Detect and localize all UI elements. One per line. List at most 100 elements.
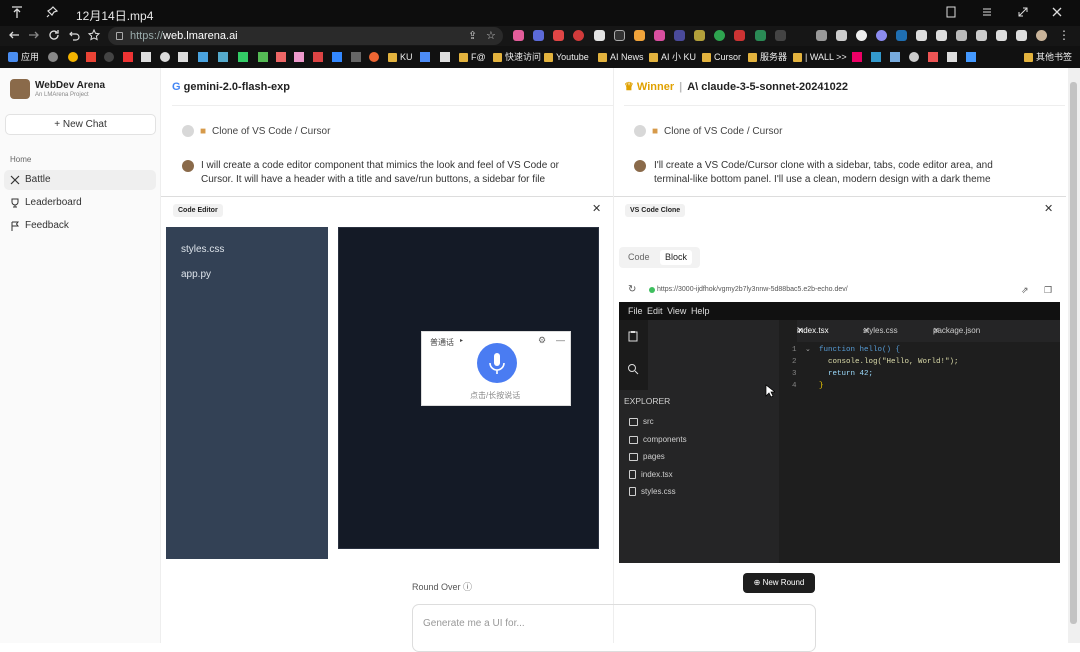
fold-chevron-icon[interactable]: ⌄: [805, 345, 811, 354]
extension-icon[interactable]: [936, 30, 947, 41]
extension-icon[interactable]: [734, 30, 745, 41]
profile-avatar[interactable]: [1036, 30, 1047, 41]
bookmark-apps[interactable]: 应用: [8, 51, 39, 63]
bookmark-folder[interactable]: Cursor: [702, 51, 741, 63]
preview-url[interactable]: https://3000-ijdfhok/vgmy2b7ly3nnw-5d88b…: [657, 281, 848, 299]
close-icon[interactable]: ✕: [592, 202, 601, 215]
pin-top-icon[interactable]: [10, 5, 26, 21]
extension-icon[interactable]: [916, 30, 927, 41]
file-item[interactable]: app.py: [181, 269, 211, 280]
tree-item-folder[interactable]: pages: [629, 452, 665, 461]
extension-icon[interactable]: [674, 30, 685, 41]
pin-icon[interactable]: [45, 5, 61, 21]
tree-item-file[interactable]: index.tsx: [629, 470, 673, 479]
extension-icon[interactable]: [856, 30, 867, 41]
gmail-icon[interactable]: [86, 52, 96, 62]
close-tab-icon[interactable]: ✕: [924, 320, 949, 342]
close-tab-icon[interactable]: ✕: [788, 320, 813, 342]
sidebar-item-battle[interactable]: Battle: [4, 170, 156, 190]
star-icon[interactable]: [87, 28, 103, 44]
site-icon[interactable]: [909, 52, 919, 62]
chrome-icon[interactable]: [68, 52, 78, 62]
reload-icon[interactable]: [47, 28, 63, 44]
editor-tab[interactable]: package.json ✕: [915, 320, 980, 342]
external-link-icon[interactable]: ⇗: [1021, 281, 1029, 299]
prompt-input[interactable]: Generate me a UI for...: [412, 604, 816, 652]
search-icon[interactable]: [627, 363, 639, 375]
bookmark-star-icon[interactable]: ☆: [486, 27, 496, 45]
microphone-button[interactable]: [477, 343, 517, 383]
new-chat-button[interactable]: + New Chat: [5, 114, 156, 135]
gear-icon[interactable]: ⚙: [538, 335, 546, 346]
bookmark-folder[interactable]: KU: [388, 51, 413, 63]
voice-mode-label[interactable]: 普通话: [430, 337, 454, 348]
extension-icon[interactable]: [755, 30, 766, 41]
bookmark-folder[interactable]: Youtube: [544, 51, 589, 63]
menu-file[interactable]: File: [628, 306, 643, 316]
site-icon[interactable]: [332, 52, 342, 62]
github-icon[interactable]: [104, 52, 114, 62]
sidebar-item-leaderboard[interactable]: Leaderboard: [4, 193, 156, 213]
menu-view[interactable]: View: [667, 306, 686, 316]
gear-icon[interactable]: [48, 52, 58, 62]
share-icon[interactable]: ⇪: [468, 27, 477, 45]
undo-icon[interactable]: [67, 28, 83, 44]
bookmark-folder[interactable]: AI News: [598, 51, 644, 63]
scrollbar-thumb[interactable]: [1070, 82, 1077, 624]
minimize-icon[interactable]: —: [556, 335, 565, 345]
tab-block[interactable]: Block: [660, 250, 693, 265]
extension-icon[interactable]: [775, 30, 786, 41]
site-icon[interactable]: [420, 52, 430, 62]
download-icon[interactable]: [996, 30, 1007, 41]
site-icon[interactable]: [238, 52, 248, 62]
extension-icon[interactable]: [976, 30, 987, 41]
site-icon[interactable]: [890, 52, 900, 62]
site-icon[interactable]: [276, 52, 286, 62]
extension-icon[interactable]: [876, 30, 887, 41]
close-icon[interactable]: ✕: [1044, 202, 1053, 215]
extension-icon[interactable]: [553, 30, 564, 41]
list-icon[interactable]: [980, 5, 996, 21]
bookmark-folder[interactable]: 服务器: [748, 51, 787, 63]
bookmark-folder[interactable]: F@: [459, 51, 486, 63]
youtube-icon[interactable]: [123, 52, 133, 62]
bookmark-folder[interactable]: | WALL >>: [793, 51, 847, 63]
tree-item-file[interactable]: styles.css: [629, 487, 676, 496]
site-icon[interactable]: [852, 52, 862, 62]
file-item[interactable]: styles.css: [181, 244, 224, 255]
bookmark-folder[interactable]: 快速访问: [493, 51, 541, 63]
site-icon[interactable]: [294, 52, 304, 62]
openai-icon[interactable]: [160, 52, 170, 62]
site-icon[interactable]: [218, 52, 228, 62]
sidebar-item-feedback[interactable]: Feedback: [4, 216, 156, 236]
site-icon[interactable]: [258, 52, 268, 62]
page-scrollbar[interactable]: [1068, 68, 1080, 643]
site-icon[interactable]: [351, 52, 361, 62]
site-icon[interactable]: [440, 52, 450, 62]
tree-item-folder[interactable]: components: [629, 435, 687, 444]
new-round-button[interactable]: ⊕ New Round: [743, 573, 815, 593]
x-icon[interactable]: [947, 52, 957, 62]
refresh-icon[interactable]: ↻: [628, 281, 636, 299]
forward-icon[interactable]: [27, 28, 43, 44]
back-icon[interactable]: [7, 28, 23, 44]
more-menu-icon[interactable]: ⋮: [1058, 28, 1070, 42]
code-editor[interactable]: 1 ⌄ function hello() { 2 console.log("He…: [765, 342, 1054, 563]
extension-icon[interactable]: [714, 30, 725, 41]
file-icon[interactable]: [944, 5, 960, 21]
bookmark-other-folder[interactable]: 其他书签: [1024, 51, 1072, 63]
editor-area[interactable]: 普通话 ▸ ⚙ — 点击/长按说话: [338, 227, 599, 549]
caret-right-icon[interactable]: ▸: [460, 337, 463, 344]
tab-code[interactable]: Code: [623, 250, 655, 265]
site-icon[interactable]: [198, 52, 208, 62]
extension-icon[interactable]: [594, 30, 605, 41]
x-icon[interactable]: [141, 52, 151, 62]
address-bar[interactable]: https://web.lmarena.ai ⇪ ☆: [108, 27, 503, 45]
site-icon[interactable]: [871, 52, 881, 62]
close-tab-icon[interactable]: ✕: [854, 320, 879, 342]
maximize-icon[interactable]: [1016, 5, 1032, 21]
extension-icon[interactable]: [896, 30, 907, 41]
sidepanel-icon[interactable]: [1016, 30, 1027, 41]
copy-icon[interactable]: ❐: [1044, 281, 1052, 299]
extension-icon[interactable]: [533, 30, 544, 41]
